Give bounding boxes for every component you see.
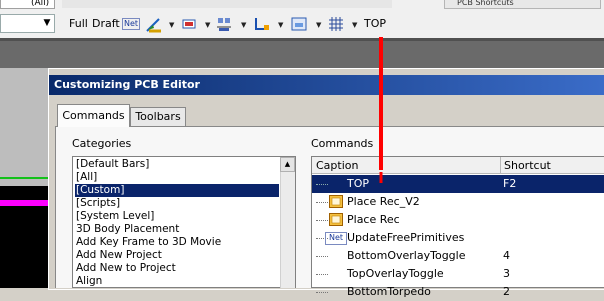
table-row[interactable]: BottomTorpedo 2 [312, 283, 604, 301]
column-header-shortcut[interactable]: Shortcut [501, 157, 604, 174]
table-row[interactable]: TopOverlayToggle 3 [312, 265, 604, 283]
tree-connector [316, 220, 328, 221]
command-caption: BottomTorpedo [347, 285, 431, 298]
chevron-down-icon[interactable]: ▼ [40, 15, 54, 32]
categories-scrollbar[interactable] [280, 157, 295, 288]
command-shortcut: 3 [503, 267, 510, 280]
chevron-down-icon[interactable]: ▼ [205, 21, 210, 29]
board-outline-line [0, 177, 50, 179]
tree-connector [316, 292, 328, 293]
column-header-caption[interactable]: Caption [312, 157, 501, 174]
align-icon[interactable] [215, 15, 233, 33]
scroll-up-icon[interactable]: ▲ [280, 157, 295, 172]
command-caption: Place Rec_V2 [347, 195, 420, 208]
dialog-title: Customizing PCB Editor [54, 78, 200, 91]
command-caption: UpdateFreePrimitives [347, 231, 465, 244]
table-row-selected[interactable]: TOP F2 [312, 175, 604, 193]
rectangle-icon [329, 195, 343, 208]
command-caption: TopOverlayToggle [347, 267, 444, 280]
draft-button[interactable]: Draft [92, 17, 120, 31]
command-caption: BottomOverlayToggle [347, 249, 466, 262]
filter-combo[interactable]: (All) [0, 0, 55, 9]
pcb-shortcuts-panel-tab[interactable]: PCB Shortcuts [444, 0, 601, 9]
list-item[interactable]: 3D Body Placement [75, 223, 279, 236]
list-item[interactable]: [Default Bars] [75, 158, 279, 171]
measure-icon[interactable] [145, 15, 163, 33]
chevron-down-icon[interactable]: ▼ [352, 21, 357, 29]
commands-label: Commands [311, 137, 374, 150]
top-toolbar-button[interactable]: TOP [364, 17, 386, 31]
tab-commands[interactable]: Commands [57, 104, 130, 127]
list-item[interactable]: Add Key Frame to 3D Movie [75, 236, 279, 249]
tree-connector [316, 256, 328, 257]
chevron-down-icon[interactable]: ▼ [316, 21, 321, 29]
command-shortcut: F2 [503, 177, 517, 190]
tree-connector [316, 274, 328, 275]
net-button[interactable]: Net [122, 18, 141, 30]
tab-toolbars[interactable]: Toolbars [130, 107, 186, 126]
command-caption: Place Rec [347, 213, 400, 226]
table-row[interactable]: BottomOverlayToggle 4 [312, 247, 604, 265]
list-item[interactable]: Add New to Project [75, 262, 279, 275]
chevron-down-icon[interactable]: ▼ [169, 21, 174, 29]
chevron-down-icon[interactable]: ▼ [241, 21, 246, 29]
board-overlay-line [0, 200, 50, 206]
list-item-selected[interactable]: [Custom] [75, 184, 279, 197]
list-item[interactable]: [All] [75, 171, 279, 184]
component-icon[interactable] [180, 15, 198, 33]
tree-connector [316, 184, 328, 185]
categories-label: Categories [72, 137, 132, 150]
polygon-icon[interactable] [290, 15, 308, 33]
tree-connector [316, 202, 328, 203]
route-icon[interactable] [253, 15, 271, 33]
table-row[interactable]: Place Rec_V2 [312, 193, 604, 211]
list-item[interactable]: Add New Project [75, 249, 279, 262]
command-caption: TOP [347, 177, 370, 190]
divider [0, 38, 604, 41]
full-button[interactable]: Full [69, 17, 88, 31]
chevron-down-icon[interactable]: ▼ [278, 21, 283, 29]
list-item[interactable]: [Scripts] [75, 197, 279, 210]
table-row[interactable]: Place Rec [312, 211, 604, 229]
list-item[interactable]: [System Level] [75, 210, 279, 223]
table-row[interactable]: Net UpdateFreePrimitives [312, 229, 604, 247]
toolbar-top-row [62, 0, 392, 8]
rectangle-icon [329, 213, 343, 226]
grid-icon[interactable] [327, 15, 345, 33]
command-shortcut: 4 [503, 249, 510, 262]
net-icon: Net [325, 232, 347, 245]
command-shortcut: 2 [503, 285, 510, 298]
workspace-background [0, 38, 604, 68]
list-item[interactable]: Align [75, 275, 279, 288]
